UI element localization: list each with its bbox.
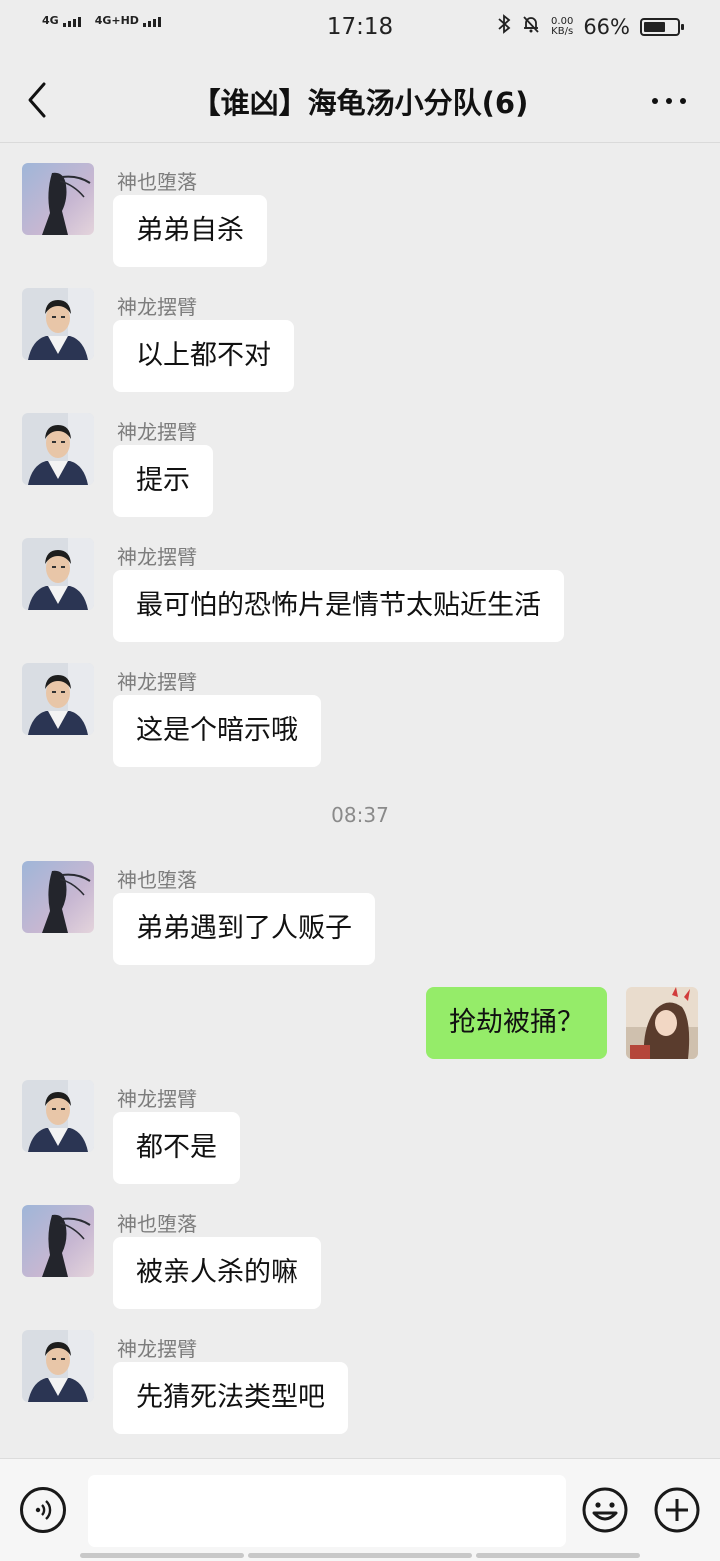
incoming-bubble[interactable]: 都不是: [113, 1112, 240, 1184]
incoming-bubble[interactable]: 弟弟遇到了人贩子: [113, 893, 375, 965]
incoming-bubble[interactable]: 被亲人杀的嘛: [113, 1237, 321, 1309]
input-bar: [0, 1458, 720, 1561]
avatar[interactable]: [22, 1330, 94, 1402]
message-input[interactable]: [88, 1475, 566, 1547]
avatar[interactable]: [22, 163, 94, 235]
outgoing-bubble[interactable]: 抢劫被捅？: [426, 987, 607, 1059]
incoming-bubble[interactable]: 最可怕的恐怖片是情节太贴近生活: [113, 570, 564, 642]
sender-name: 神龙摆臂: [117, 670, 197, 694]
gesture-bar: [248, 1553, 472, 1558]
chat-header: 【谁凶】海龟汤小分队(6): [0, 56, 720, 144]
plus-icon: [654, 1487, 700, 1537]
incoming-bubble[interactable]: 这是个暗示哦: [113, 695, 321, 767]
sender-name: 神龙摆臂: [117, 1087, 197, 1111]
sender-name: 神也堕落: [117, 868, 197, 892]
bluetooth-icon: [497, 14, 511, 39]
sender-name: 神龙摆臂: [117, 545, 197, 569]
sender-name: 神也堕落: [117, 170, 197, 194]
sender-name: 神龙摆臂: [117, 295, 197, 319]
gesture-bar: [80, 1553, 244, 1558]
status-right: 0.00 KB/s 66%: [497, 14, 684, 39]
chat-title: 【谁凶】海龟汤小分队(6): [191, 86, 529, 120]
self-avatar[interactable]: [626, 987, 698, 1059]
more-dot: [652, 98, 658, 104]
status-bar: 4G 4G+HD 17:18 0.00 KB/s 66%: [0, 0, 720, 56]
more-dot: [680, 98, 686, 104]
avatar[interactable]: [22, 1080, 94, 1152]
battery-icon: [640, 17, 684, 36]
avatar[interactable]: [22, 288, 94, 360]
battery-percent: 66%: [583, 14, 630, 39]
gesture-bar: [476, 1553, 640, 1558]
avatar[interactable]: [22, 861, 94, 933]
mute-bell-icon: [521, 14, 541, 39]
time-divider: 08:37: [331, 803, 389, 827]
avatar[interactable]: [22, 413, 94, 485]
header-divider: [0, 142, 720, 143]
voice-button[interactable]: [20, 1487, 66, 1533]
emoji-button[interactable]: [582, 1487, 628, 1533]
network-speed: 0.00 KB/s: [551, 15, 574, 37]
incoming-bubble[interactable]: 以上都不对: [113, 320, 294, 392]
incoming-bubble[interactable]: 弟弟自杀: [113, 195, 267, 267]
sender-name: 神龙摆臂: [117, 1337, 197, 1361]
sender-name: 神龙摆臂: [117, 420, 197, 444]
emoji-icon: [582, 1487, 628, 1537]
more-dot: [666, 98, 672, 104]
plus-button[interactable]: [654, 1487, 700, 1533]
avatar[interactable]: [22, 1205, 94, 1277]
more-button[interactable]: [644, 86, 694, 116]
avatar[interactable]: [22, 538, 94, 610]
sender-name: 神也堕落: [117, 1212, 197, 1236]
avatar[interactable]: [22, 663, 94, 735]
incoming-bubble[interactable]: 先猜死法类型吧: [113, 1362, 348, 1434]
incoming-bubble[interactable]: 提示: [113, 445, 213, 517]
